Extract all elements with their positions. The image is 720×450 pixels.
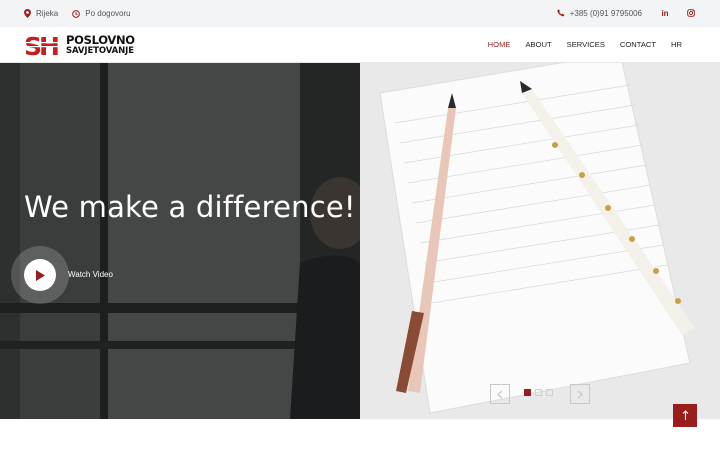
location-text: Rijeka [36, 9, 59, 18]
logo-mark: SH [24, 31, 64, 61]
hero-headline: We make a difference! [24, 190, 356, 224]
hero-photo-notebook [360, 63, 720, 419]
phone-number: +385 (0)91 9795006 [569, 8, 642, 18]
hours-text: Po dogovoru [85, 9, 131, 18]
slider-prev-button[interactable] [490, 384, 510, 404]
clock-icon [72, 9, 81, 18]
arrow-up-icon [682, 410, 688, 420]
watch-video-label[interactable]: Watch Video [68, 270, 113, 279]
slide-dot-2[interactable] [535, 389, 542, 396]
logo-text: POSLOVNO SAVJETOVANJE [66, 32, 135, 56]
hero-photo-man [0, 63, 370, 419]
nav-about[interactable]: ABOUT [525, 40, 551, 49]
top-bar: Rijeka Po dogovoru +385 (0)91 9795006 in [0, 0, 720, 27]
nav-home[interactable]: HOME [488, 40, 511, 49]
map-pin-icon [24, 9, 31, 18]
back-to-top-button[interactable] [673, 404, 697, 427]
chevron-left-icon [497, 390, 503, 398]
contact-info: Rijeka Po dogovoru [24, 9, 131, 18]
slider-next-button[interactable] [570, 384, 590, 404]
slider-pagination [524, 389, 553, 396]
location-item: Rijeka [24, 9, 58, 18]
phone-item[interactable]: +385 (0)91 9795006 [557, 9, 642, 18]
nav-services[interactable]: SERVICES [567, 40, 605, 49]
top-bar-right: +385 (0)91 9795006 in [557, 4, 700, 22]
play-circle [24, 259, 56, 291]
window-silhouette-illustration [0, 63, 370, 419]
hours-item: Po dogovoru [72, 9, 131, 18]
main-navbar: SH POSLOVNO SAVJETOVANJE HOME ABOUT SERV… [0, 27, 720, 63]
slide-dot-3[interactable] [546, 389, 553, 396]
play-icon [36, 269, 45, 281]
main-menu: HOME ABOUT SERVICES CONTACT HR [488, 40, 682, 49]
chevron-right-icon [577, 390, 583, 398]
watch-video-button[interactable] [11, 246, 69, 304]
site-logo[interactable]: SH POSLOVNO SAVJETOVANJE [24, 31, 135, 61]
nav-contact[interactable]: CONTACT [620, 40, 656, 49]
notebook-pens-illustration [360, 63, 720, 419]
phone-icon [557, 9, 565, 17]
instagram-link[interactable] [682, 4, 700, 22]
slide-dot-1[interactable] [524, 389, 531, 396]
logo-line-1: POSLOVNO [66, 32, 135, 47]
instagram-icon [687, 9, 695, 17]
hero-slider: We make a difference! Watch Video [0, 63, 720, 419]
nav-language[interactable]: HR [671, 40, 682, 49]
linkedin-link[interactable]: in [656, 4, 674, 22]
linkedin-icon: in [661, 8, 669, 18]
logo-line-2: SAVJETOVANJE [66, 46, 134, 56]
svg-text:SH: SH [24, 32, 58, 59]
